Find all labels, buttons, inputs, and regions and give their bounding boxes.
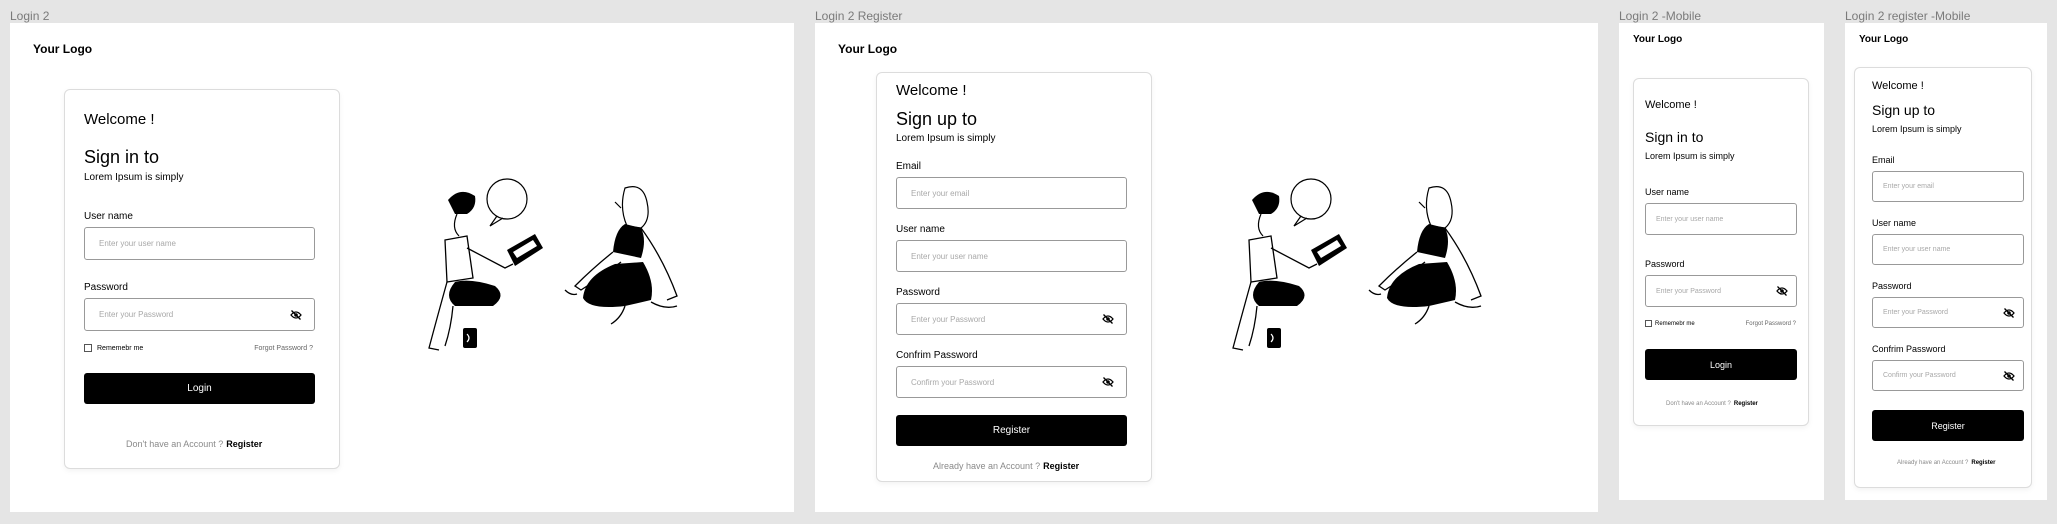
confirm-password-placeholder: Confirm your Password xyxy=(1883,372,1956,379)
frame-label-register-mobile: Login 2 register -Mobile xyxy=(1845,9,1971,23)
eye-off-icon[interactable] xyxy=(2003,370,2015,381)
page-title: Sign in to xyxy=(1645,129,1704,145)
eye-off-icon[interactable] xyxy=(1776,286,1788,296)
remember-me-label: Rememebr me xyxy=(1655,320,1695,327)
password-label: Password xyxy=(896,287,940,298)
login-card: Welcome ! Sign in to Lorem Ipsum is simp… xyxy=(1633,78,1809,426)
password-input[interactable]: Enter your Password xyxy=(1645,275,1797,307)
password-placeholder: Enter your Password xyxy=(1883,309,1948,316)
remember-me-checkbox[interactable]: Rememebr me xyxy=(1645,320,1695,327)
password-placeholder: Enter your Password xyxy=(1656,287,1721,295)
subtitle: Lorem Ipsum is simply xyxy=(84,172,184,183)
password-placeholder: Enter your Password xyxy=(99,310,174,319)
eye-off-icon[interactable] xyxy=(2003,307,2015,318)
confirm-password-input[interactable]: Confirm your Password xyxy=(896,366,1127,398)
logo[interactable]: Your Logo xyxy=(838,42,897,56)
forgot-password-link[interactable]: Forgot Password ? xyxy=(254,345,313,352)
username-input[interactable]: Enter your user name xyxy=(1645,203,1797,235)
logo[interactable]: Your Logo xyxy=(1859,34,1908,45)
welcome-text: Welcome ! xyxy=(84,111,155,128)
welcome-text: Welcome ! xyxy=(1645,99,1697,111)
eye-off-icon[interactable] xyxy=(290,309,302,320)
frame-label-register-desktop: Login 2 Register xyxy=(815,9,903,23)
checkbox-box[interactable] xyxy=(1645,320,1652,327)
people-chatting-illustration xyxy=(428,178,678,351)
password-input[interactable]: Enter your Password xyxy=(1872,297,2024,328)
username-placeholder: Enter your user name xyxy=(99,239,176,248)
checkbox-box[interactable] xyxy=(84,344,92,352)
register-link[interactable]: Register xyxy=(1043,461,1079,471)
register-desktop-frame: Your Logo Welcome ! Sign up to Lorem Ips… xyxy=(815,23,1598,512)
remember-me-label: Rememebr me xyxy=(97,344,144,352)
page-title: Sign up to xyxy=(1872,102,1936,118)
page-title: Sign in to xyxy=(84,147,160,167)
login-mobile-frame: Your Logo Welcome ! Sign in to Lorem Ips… xyxy=(1619,23,1824,500)
subtitle: Lorem Ipsum is simply xyxy=(1645,151,1735,161)
register-prompt-text: Don't have an Account ? xyxy=(126,439,224,449)
username-label: User name xyxy=(1872,218,1917,228)
frame-label-login-desktop: Login 2 xyxy=(10,9,50,23)
register-card: Welcome ! Sign up to Lorem Ipsum is simp… xyxy=(1854,67,2032,488)
username-placeholder: Enter your user name xyxy=(1656,215,1724,223)
welcome-text: Welcome ! xyxy=(1872,80,1924,92)
password-input[interactable]: Enter your Password xyxy=(896,303,1127,335)
email-placeholder: Enter your email xyxy=(1883,183,1934,190)
subtitle: Lorem Ipsum is simply xyxy=(1872,124,1962,134)
remember-me-checkbox[interactable]: Rememebr me xyxy=(84,344,143,352)
username-placeholder: Enter your user name xyxy=(911,251,988,261)
username-label: User name xyxy=(84,211,133,222)
register-button[interactable]: Register xyxy=(1872,410,2024,441)
register-link[interactable]: Register xyxy=(1971,460,1995,466)
register-prompt: Don't have an Account ? Register xyxy=(1666,401,1758,407)
forgot-password-link[interactable]: Forgot Password ? xyxy=(1746,321,1796,327)
login-prompt-text: Already have an Account ? xyxy=(1897,460,1969,466)
email-input[interactable]: Enter your email xyxy=(1872,171,2024,202)
username-placeholder: Enter your user name xyxy=(1883,246,1951,253)
eye-off-icon[interactable] xyxy=(1102,314,1114,324)
register-prompt-text: Don't have an Account ? xyxy=(1666,401,1731,407)
register-link[interactable]: Register xyxy=(226,439,262,449)
register-button[interactable]: Register xyxy=(896,415,1127,446)
email-placeholder: Enter your email xyxy=(911,188,970,198)
login-desktop-frame: Your Logo Welcome ! Sign in to Lorem Ips… xyxy=(10,23,794,512)
username-label: User name xyxy=(1645,187,1690,197)
people-chatting-illustration xyxy=(1232,178,1482,351)
confirm-password-label: Confrim Password xyxy=(896,350,978,361)
register-mobile-frame: Your Logo Welcome ! Sign up to Lorem Ips… xyxy=(1845,23,2047,500)
login-prompt-text: Already have an Account ? xyxy=(933,461,1041,471)
logo[interactable]: Your Logo xyxy=(33,42,92,56)
register-card: Welcome ! Sign up to Lorem Ipsum is simp… xyxy=(876,72,1152,482)
password-placeholder: Enter your Password xyxy=(911,314,986,324)
password-label: Password xyxy=(84,282,128,293)
page-title: Sign up to xyxy=(896,109,978,129)
password-input[interactable]: Enter your Password xyxy=(84,298,315,331)
password-label: Password xyxy=(1872,281,1912,291)
confirm-password-input[interactable]: Confirm your Password xyxy=(1872,360,2024,391)
register-link[interactable]: Register xyxy=(1734,401,1758,407)
subtitle: Lorem Ipsum is simply xyxy=(896,133,996,144)
password-label: Password xyxy=(1645,259,1685,269)
eye-off-icon[interactable] xyxy=(1102,377,1114,387)
username-input[interactable]: Enter your user name xyxy=(1872,234,2024,265)
login-button[interactable]: Login xyxy=(84,373,315,404)
login-card: Welcome ! Sign in to Lorem Ipsum is simp… xyxy=(64,89,340,469)
logo[interactable]: Your Logo xyxy=(1633,34,1682,45)
welcome-text: Welcome ! xyxy=(896,82,967,99)
confirm-password-placeholder: Confirm your Password xyxy=(911,377,995,387)
email-label: Email xyxy=(896,161,922,172)
frame-label-login-mobile: Login 2 -Mobile xyxy=(1619,9,1702,23)
username-label: User name xyxy=(896,224,945,235)
login-prompt: Already have an Account ? Register xyxy=(933,461,1079,471)
username-input[interactable]: Enter your user name xyxy=(896,240,1127,272)
email-input[interactable]: Enter your email xyxy=(896,177,1127,209)
confirm-password-label: Confrim Password xyxy=(1872,344,1946,354)
register-prompt: Don't have an Account ? Register xyxy=(126,439,262,449)
username-input[interactable]: Enter your user name xyxy=(84,227,315,260)
login-button[interactable]: Login xyxy=(1645,349,1797,380)
login-prompt: Already have an Account ? Register xyxy=(1897,460,1995,466)
email-label: Email xyxy=(1872,155,1895,165)
